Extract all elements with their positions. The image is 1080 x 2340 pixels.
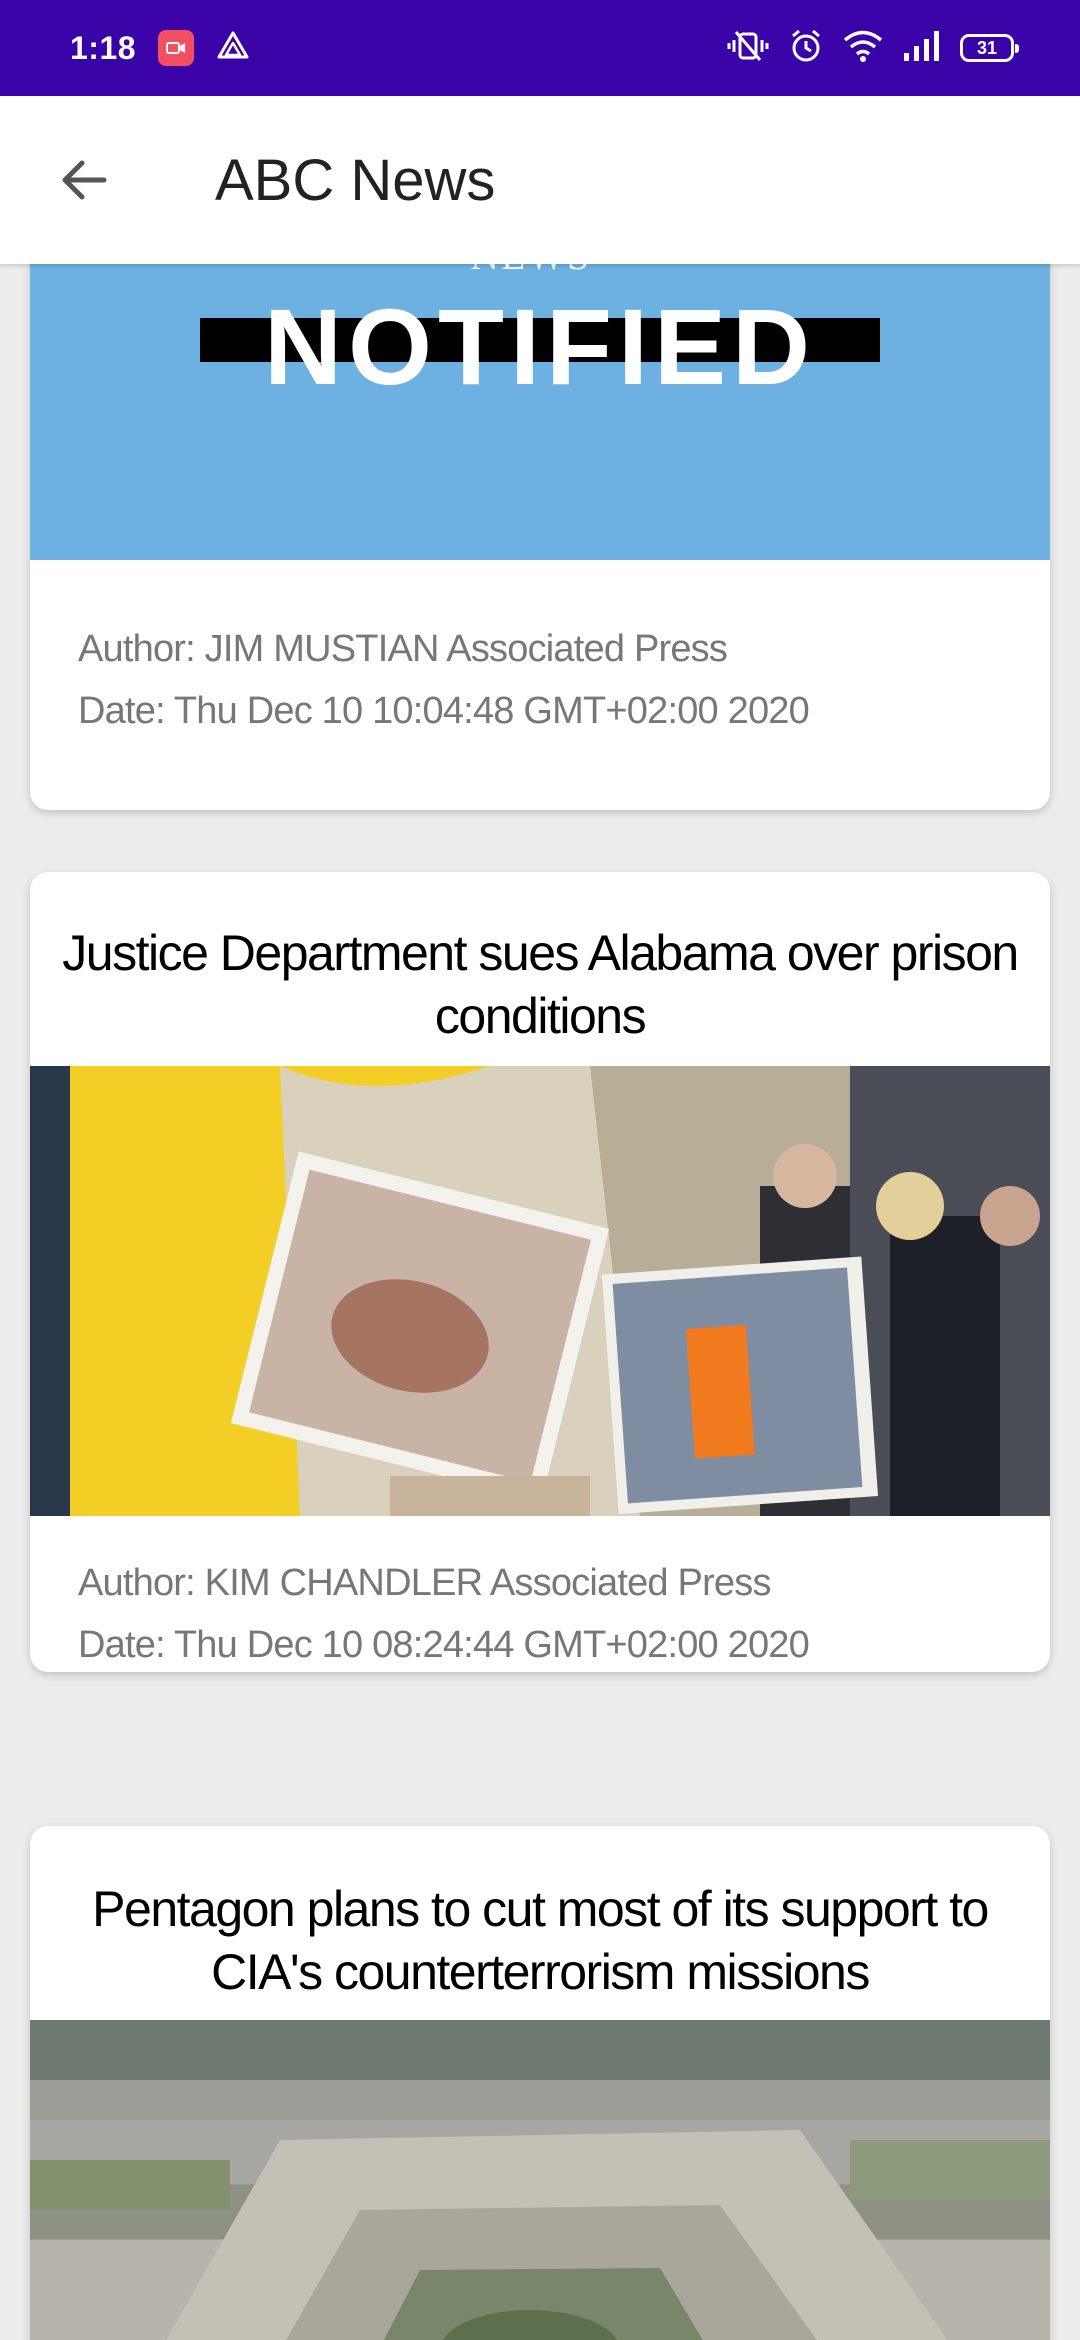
article-meta: Author: KIM CHANDLER Associated Press Da… — [30, 1552, 810, 1672]
article-author: Author: JIM MUSTIAN Associated Press — [78, 628, 728, 670]
photo-illustration — [30, 2020, 1050, 2340]
wifi-icon — [842, 29, 884, 68]
status-time: 1:18 — [70, 29, 137, 66]
article-date: Date: Thu Dec 10 08:24:44 GMT+02:00 2020 — [78, 1624, 810, 1666]
status-bar: 1:18 31 — [0, 0, 1080, 96]
article-author: Author: KIM CHANDLER Associated Press — [78, 1562, 771, 1604]
vibrate-mute-icon — [726, 29, 770, 68]
photo-illustration — [70, 1066, 1040, 1516]
image-subtext: NEWS — [470, 264, 591, 279]
battery-icon: 31 — [960, 34, 1019, 62]
article-image: NEWS NOTIFIED — [30, 264, 1050, 560]
app-bar: ABC News — [0, 96, 1080, 264]
article-card[interactable]: Pentagon plans to cut most of its suppor… — [30, 1826, 1050, 2340]
screen-record-icon — [158, 30, 195, 66]
article-card[interactable]: Justice Department sues Alabama over pri… — [30, 872, 1050, 1672]
alarm-icon — [788, 28, 824, 69]
article-date: Date: Thu Dec 10 10:04:48 GMT+02:00 2020 — [78, 690, 810, 732]
arrow-left-icon — [62, 160, 107, 200]
back-button[interactable] — [34, 130, 134, 230]
image-text: NOTIFIED — [264, 286, 816, 407]
article-meta: Author: JIM MUSTIAN Associated Press Dat… — [30, 618, 810, 742]
article-title: Justice Department sues Alabama over pri… — [62, 925, 1019, 1044]
article-list[interactable]: NEWS NOTIFIED Author: JIM MUSTIAN Associ… — [0, 264, 1080, 2340]
page-title: ABC News — [215, 147, 496, 213]
article-image — [30, 2020, 1050, 2340]
article-image — [30, 1066, 1050, 1516]
drive-icon — [216, 29, 250, 68]
article-card[interactable]: NEWS NOTIFIED Author: JIM MUSTIAN Associ… — [30, 264, 1050, 810]
signal-icon — [902, 29, 942, 68]
article-title: Pentagon plans to cut most of its suppor… — [92, 1881, 989, 2000]
